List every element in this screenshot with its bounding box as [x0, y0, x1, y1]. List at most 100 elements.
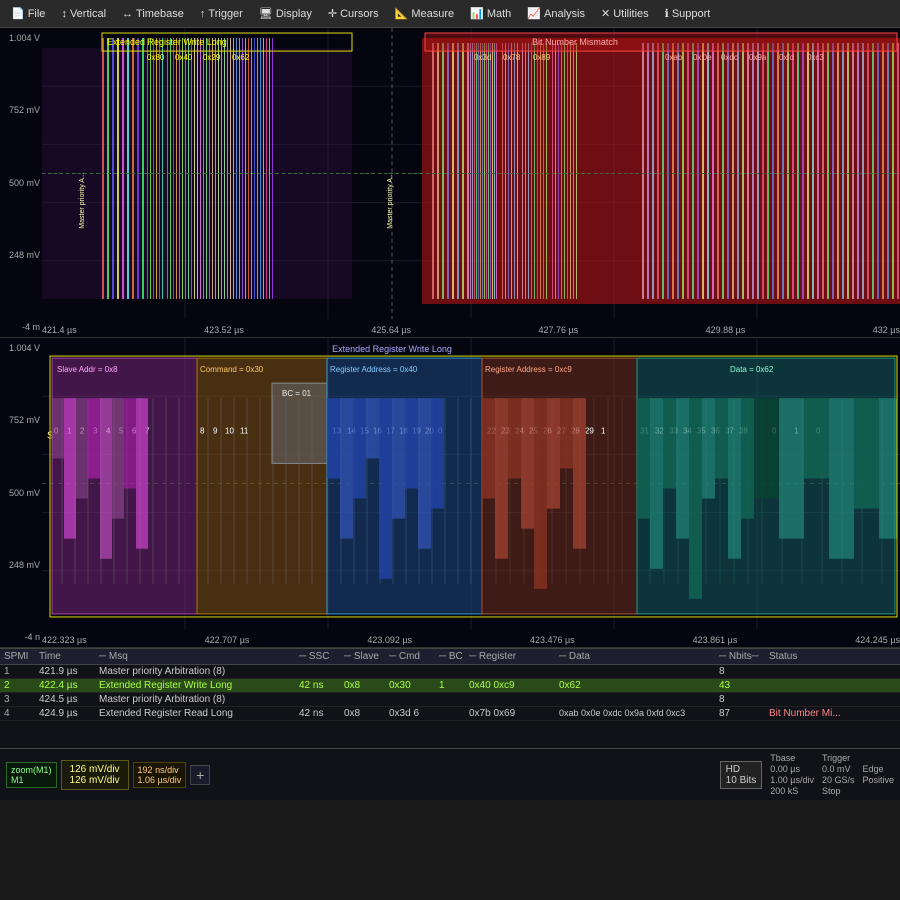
- svg-text:0x89: 0x89: [533, 53, 551, 62]
- svg-text:Command = 0x30: Command = 0x30: [200, 365, 264, 374]
- cursors-icon: ✛: [328, 7, 337, 20]
- svg-text:Register Address = 0xc9: Register Address = 0xc9: [485, 365, 572, 374]
- bottom-waveform-bg: Extended Register Write Long S Slave Add…: [42, 338, 900, 629]
- top-y-label-4: 248 mV: [2, 250, 40, 260]
- svg-text:0x40: 0x40: [175, 53, 193, 62]
- svg-text:Master priority A...: Master priority A...: [79, 172, 86, 229]
- bottom-waveform-svg: Extended Register Write Long S Slave Add…: [42, 338, 900, 629]
- menu-support[interactable]: ℹ Support: [658, 4, 718, 23]
- menu-cursors[interactable]: ✛ Cursors: [321, 4, 386, 23]
- svg-text:0xdc: 0xdc: [721, 53, 738, 62]
- channel-div1: 126 mV/div: [70, 764, 120, 775]
- svg-text:BC = 01: BC = 01: [282, 389, 312, 398]
- support-icon: ℹ: [665, 7, 669, 20]
- menubar: 📄 File ↕ Vertical ↔ Timebase ↑ Trigger 🖥…: [0, 0, 900, 28]
- top-y-label-3: 500 mV: [2, 178, 40, 188]
- top-y-label-1: 1.004 V: [2, 33, 40, 43]
- svg-text:10: 10: [225, 426, 234, 435]
- time-div1: 192 ns/div: [138, 765, 182, 775]
- menu-trigger[interactable]: ↑ Trigger: [193, 5, 250, 23]
- svg-text:0x62: 0x62: [232, 53, 250, 62]
- top-x-4: 427.76 µs: [538, 325, 578, 335]
- measure-icon: 📐: [395, 7, 409, 20]
- top-x-1: 421.4 µs: [42, 325, 77, 335]
- top-x-6: 432 µs: [873, 325, 900, 335]
- menu-math[interactable]: 📊 Math: [463, 4, 518, 23]
- svg-text:0x80: 0x80: [147, 53, 165, 62]
- col-bc: ─ BC: [439, 651, 469, 662]
- stop-label: Stop: [822, 786, 855, 796]
- bottom-x-6: 424.245 µs: [855, 635, 900, 645]
- bottom-x-4: 423.476 µs: [530, 635, 575, 645]
- tbase-group: Tbase 0.00 µs 1.00 µs/div 200 kS: [770, 753, 814, 796]
- table-row: 3 424.5 µs Master priority Arbitration (…: [0, 693, 900, 707]
- svg-text:1: 1: [601, 426, 606, 435]
- col-nbits: ─ Nbits─: [719, 651, 769, 662]
- bits-label: 10 Bits: [726, 775, 757, 786]
- top-x-axis: 421.4 µs 423.52 µs 425.64 µs 427.76 µs 4…: [42, 325, 900, 335]
- utilities-icon: ✕: [601, 7, 610, 20]
- svg-text:8: 8: [200, 426, 205, 435]
- bottom-x-1: 422.323 µs: [42, 635, 87, 645]
- spmi-table: SPMI Time ─ Msq ─ SSC ─ Slave ─ Cmd ─ BC…: [0, 648, 900, 748]
- col-ssc: ─ SSC: [299, 651, 344, 662]
- tbase-label-text: Tbase: [770, 753, 814, 763]
- add-channel-button[interactable]: +: [190, 765, 210, 785]
- menu-utilities[interactable]: ✕ Utilities: [594, 4, 656, 23]
- timebase-rate: 1.00 µs/div: [770, 775, 814, 785]
- col-time: Time: [39, 651, 99, 662]
- col-status: Status: [769, 651, 869, 662]
- top-waveform-bg: Extended Register Write Long Bit Number …: [42, 28, 900, 319]
- bottom-x-axis: 422.323 µs 422.707 µs 423.092 µs 423.476…: [42, 635, 900, 645]
- svg-text:9: 9: [213, 426, 218, 435]
- top-x-5: 429.88 µs: [706, 325, 746, 335]
- svg-text:0xfd: 0xfd: [779, 53, 794, 62]
- hd-label: HD: [726, 764, 757, 775]
- edge-group: Edge Positive: [862, 764, 894, 785]
- col-data: ─ Data: [559, 651, 719, 662]
- table-row: 2 422.4 µs Extended Register Write Long …: [0, 679, 900, 693]
- svg-text:0x29: 0x29: [203, 53, 221, 62]
- menu-vertical[interactable]: ↕ Vertical: [54, 5, 113, 23]
- svg-text:11: 11: [240, 426, 249, 435]
- svg-text:0x9a: 0x9a: [749, 53, 767, 62]
- tbase-value: 0.00 µs: [770, 764, 814, 774]
- trigger-value: 0.0 mV: [822, 764, 855, 774]
- menu-file[interactable]: 📄 File: [4, 4, 52, 23]
- menu-analysis[interactable]: 📈 Analysis: [520, 4, 592, 23]
- file-icon: 📄: [11, 7, 25, 20]
- math-icon: 📊: [470, 7, 484, 20]
- display-icon: 🖥: [259, 7, 273, 20]
- top-waveform-panel: 1.004 V 752 mV 500 mV 248 mV -4 m: [0, 28, 900, 338]
- svg-text:Bit Number Mismatch: Bit Number Mismatch: [532, 37, 618, 47]
- col-slave: ─ Slave: [344, 651, 389, 662]
- col-spmi: SPMI: [4, 651, 39, 662]
- positive-label: Positive: [862, 775, 894, 785]
- svg-text:Extended Register Write Long: Extended Register Write Long: [332, 344, 452, 354]
- top-y-label-5: -4 m: [2, 322, 40, 332]
- top-y-axis: 1.004 V 752 mV 500 mV 248 mV -4 m: [0, 28, 42, 337]
- svg-text:Register Address = 0x40: Register Address = 0x40: [330, 365, 418, 374]
- menu-timebase[interactable]: ↔ Timebase: [115, 5, 191, 23]
- status-left: zoom(M1) M1 126 mV/div 126 mV/div 192 ns…: [6, 760, 210, 790]
- trigger-group: Trigger 0.0 mV 20 GS/s Stop: [822, 753, 855, 796]
- col-cmd: ─ Cmd: [389, 651, 439, 662]
- menu-display[interactable]: 🖥 Display: [252, 4, 319, 23]
- menu-measure[interactable]: 📐 Measure: [388, 4, 462, 23]
- edge-label: Edge: [862, 764, 894, 774]
- zoom-label: zoom(M1): [11, 765, 52, 775]
- top-waveform-svg: Extended Register Write Long Bit Number …: [42, 28, 900, 319]
- table-row: 4 424.9 µs Extended Register Read Long 4…: [0, 707, 900, 721]
- trigger-label-text: Trigger: [822, 753, 855, 763]
- svg-text:0x3d: 0x3d: [474, 53, 491, 62]
- time-div2: 1.06 µs/div: [138, 775, 182, 785]
- svg-text:Master priority A...: Master priority A...: [387, 172, 394, 229]
- bottom-x-2: 422.707 µs: [205, 635, 250, 645]
- svg-text:Slave Addr = 0x8: Slave Addr = 0x8: [57, 365, 118, 374]
- trigger-icon: ↑: [200, 8, 206, 20]
- timebase-icon: ↔: [122, 8, 133, 20]
- table-header: SPMI Time ─ Msq ─ SSC ─ Slave ─ Cmd ─ BC…: [0, 649, 900, 665]
- sample-rate2: 20 GS/s: [822, 775, 855, 785]
- analysis-icon: 📈: [527, 7, 541, 20]
- sample-rate: 200 kS: [770, 786, 814, 796]
